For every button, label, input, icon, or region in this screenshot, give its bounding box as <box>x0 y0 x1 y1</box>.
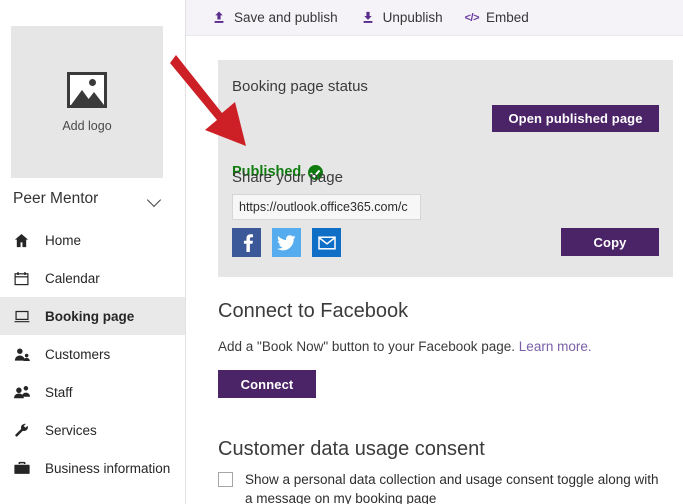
upload-icon <box>211 10 227 26</box>
open-published-page-button[interactable]: Open published page <box>492 105 659 132</box>
embed-button[interactable]: </> Embed <box>465 0 529 36</box>
share-your-page-heading: Share your page <box>232 169 343 186</box>
code-icon: </> <box>464 11 480 24</box>
sidebar-item-services[interactable]: Services <box>0 411 185 449</box>
main-content: Save and publish Unpublish </> Embed Boo… <box>186 0 683 504</box>
sidebar-item-label: Staff <box>45 384 73 400</box>
sidebar-item-label: Booking page <box>45 308 135 324</box>
calendar-icon <box>14 271 36 286</box>
sidebar-item-calendar[interactable]: Calendar <box>0 259 185 297</box>
toolbar-button-label: Save and publish <box>234 10 338 25</box>
toolbar-button-label: Unpublish <box>382 10 443 25</box>
download-icon <box>360 10 376 26</box>
sidebar-item-label: Business information <box>45 460 171 476</box>
unpublish-button[interactable]: Unpublish <box>360 0 443 36</box>
sidebar-nav: Home Calendar Booking page Customers Sta… <box>0 221 185 487</box>
sidebar: Add logo Peer Mentor Home Calendar Booki… <box>0 0 186 504</box>
wrench-icon <box>14 423 36 438</box>
home-icon <box>14 233 36 248</box>
sidebar-item-label: Customers <box>45 346 111 362</box>
copy-url-button[interactable]: Copy <box>561 228 659 256</box>
booking-page-url-input[interactable] <box>232 194 421 220</box>
sidebar-item-label: Calendar <box>45 270 100 286</box>
connect-facebook-button[interactable]: Connect <box>218 370 316 398</box>
chevron-down-icon <box>148 195 161 203</box>
sidebar-item-label: Home <box>45 232 82 248</box>
sidebar-item-home[interactable]: Home <box>0 221 185 259</box>
consent-checkbox-row[interactable]: Show a personal data collection and usag… <box>218 470 668 504</box>
consent-checkbox-label: Show a personal data collection and usag… <box>245 472 659 504</box>
email-share-icon[interactable] <box>312 228 341 257</box>
sidebar-item-customers[interactable]: Customers <box>0 335 185 373</box>
connect-to-facebook-heading: Connect to Facebook <box>218 300 409 322</box>
person-icon <box>14 347 36 362</box>
command-toolbar: Save and publish Unpublish </> Embed <box>186 0 683 36</box>
toolbar-button-label: Embed <box>486 10 529 25</box>
org-name: Peer Mentor <box>13 190 99 207</box>
social-share-row <box>232 228 341 257</box>
customer-data-consent-heading: Customer data usage consent <box>218 438 485 460</box>
learn-more-link[interactable]: Learn more. <box>519 339 592 354</box>
connect-to-facebook-description: Add a "Book Now" button to your Facebook… <box>218 339 592 354</box>
image-placeholder-icon <box>67 71 107 108</box>
org-selector[interactable]: Peer Mentor <box>0 183 185 215</box>
sidebar-item-label: Services <box>45 422 97 438</box>
facebook-share-icon[interactable] <box>232 228 261 257</box>
twitter-share-icon[interactable] <box>272 228 301 257</box>
sidebar-item-booking-page[interactable]: Booking page <box>0 297 185 335</box>
booking-page-screen: Add logo Peer Mentor Home Calendar Booki… <box>0 0 683 504</box>
sidebar-item-business-information[interactable]: Business information <box>0 449 185 487</box>
card-heading: Booking page status <box>232 78 368 95</box>
people-icon <box>14 385 36 399</box>
add-logo-label: Add logo <box>62 118 112 133</box>
booking-page-status-card: Booking page status Published Open publi… <box>218 60 673 277</box>
briefcase-icon <box>14 461 36 475</box>
add-logo-tile[interactable]: Add logo <box>11 26 163 178</box>
monitor-icon <box>14 309 36 324</box>
facebook-description-text: Add a "Book Now" button to your Facebook… <box>218 339 516 354</box>
consent-checkbox[interactable] <box>218 472 233 487</box>
sidebar-item-staff[interactable]: Staff <box>0 373 185 411</box>
save-and-publish-button[interactable]: Save and publish <box>211 0 338 36</box>
